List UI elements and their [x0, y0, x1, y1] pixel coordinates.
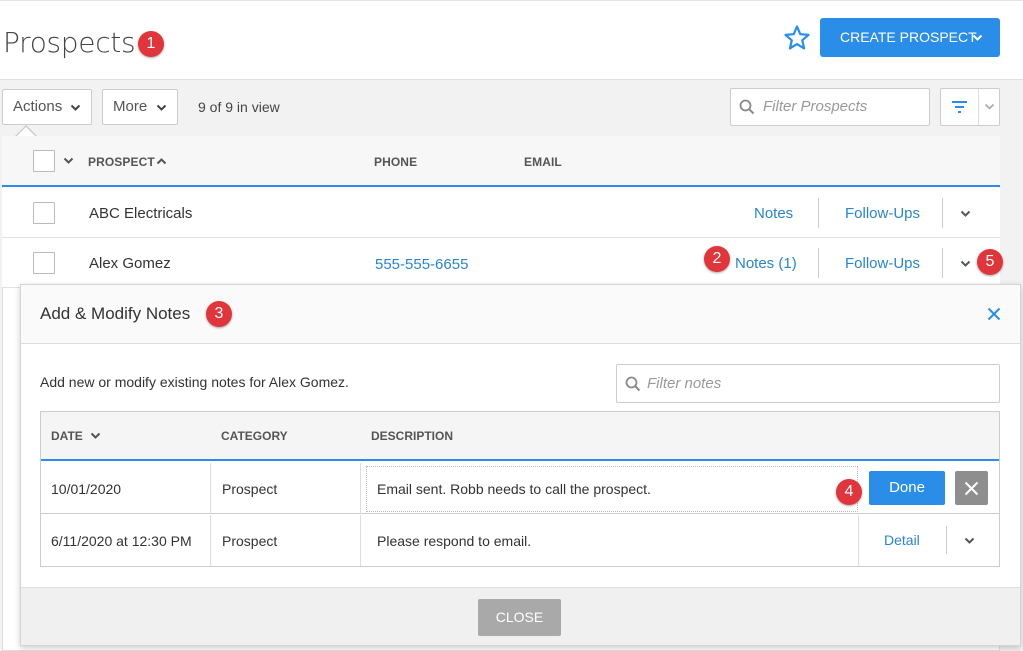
- page-title: Prospects: [3, 26, 136, 59]
- prospect-name[interactable]: Alex Gomez: [89, 255, 171, 272]
- divider: [978, 89, 979, 125]
- divider: [942, 248, 943, 278]
- cancel-edit-button[interactable]: [955, 471, 988, 505]
- done-button[interactable]: Done: [869, 471, 945, 505]
- annotation-badge-5: 5: [977, 249, 1003, 275]
- star-icon[interactable]: [783, 24, 811, 52]
- filter-notes-placeholder: Filter notes: [647, 375, 722, 392]
- create-prospect-label: CREATE PROSPECT: [840, 29, 977, 45]
- filter-prospects-input[interactable]: Filter Prospects: [730, 88, 930, 126]
- column-divider: [858, 515, 859, 566]
- prospect-name[interactable]: ABC Electricals: [89, 205, 192, 222]
- select-all-checkbox[interactable]: [33, 150, 55, 172]
- filter-icon: [952, 101, 967, 113]
- search-icon: [739, 99, 755, 115]
- close-icon[interactable]: [986, 306, 1002, 322]
- column-header-description[interactable]: DESCRIPTION: [371, 429, 453, 443]
- filter-prospects-placeholder: Filter Prospects: [763, 98, 868, 115]
- divider: [946, 526, 947, 554]
- filter-options-button[interactable]: [940, 88, 1000, 126]
- follow-ups-link[interactable]: Follow-Ups: [845, 255, 920, 272]
- modal-description: Add new or modify existing notes for Ale…: [40, 374, 349, 390]
- note-date: 10/01/2020: [51, 481, 122, 497]
- filter-notes-input[interactable]: Filter notes: [616, 364, 1000, 403]
- notes-link[interactable]: Notes (1): [735, 255, 797, 272]
- close-button[interactable]: CLOSE: [478, 599, 561, 636]
- chevron-down-icon: [156, 104, 167, 111]
- column-header-phone[interactable]: PHONE: [374, 155, 417, 169]
- column-header-email[interactable]: EMAIL: [524, 155, 562, 169]
- note-description: Please respond to email.: [377, 533, 532, 549]
- notes-link[interactable]: Notes: [754, 205, 793, 222]
- sort-ascending-icon: [156, 158, 167, 165]
- in-view-count: 9 of 9 in view: [198, 99, 280, 115]
- phone-link[interactable]: 555-555-6655: [375, 256, 468, 273]
- annotation-badge-2: 2: [704, 246, 730, 272]
- search-icon: [625, 376, 641, 392]
- modal-title: Add & Modify Notes: [40, 304, 191, 323]
- notes-table-header: [41, 412, 999, 461]
- note-category[interactable]: Prospect: [222, 481, 277, 497]
- row-checkbox[interactable]: [33, 202, 55, 224]
- chevron-down-icon: [70, 104, 81, 111]
- more-dropdown[interactable]: More: [102, 89, 178, 125]
- column-divider: [210, 515, 211, 566]
- create-prospect-button[interactable]: CREATE PROSPECT: [820, 18, 1000, 57]
- follow-ups-link[interactable]: Follow-Ups: [845, 205, 920, 222]
- actions-label: Actions: [13, 98, 63, 115]
- chevron-down-icon: [972, 34, 983, 41]
- chevron-down-icon[interactable]: [960, 210, 971, 218]
- sort-descending-icon: [90, 432, 101, 439]
- divider: [942, 198, 943, 228]
- column-divider: [360, 515, 361, 566]
- column-header-date[interactable]: DATE: [51, 429, 83, 443]
- column-header-category[interactable]: CATEGORY: [221, 429, 288, 443]
- annotation-badge-1: 1: [138, 31, 164, 57]
- note-category: Prospect: [222, 533, 278, 549]
- note-date: 6/11/2020 at 12:30 PM: [51, 533, 192, 549]
- more-label: More: [113, 98, 148, 115]
- annotation-badge-3: 3: [206, 301, 232, 327]
- annotation-badge-4: 4: [836, 479, 862, 505]
- chevron-down-icon[interactable]: [63, 157, 74, 165]
- detail-link[interactable]: Detail: [884, 532, 920, 548]
- column-header-prospect[interactable]: PROSPECT: [88, 155, 155, 169]
- divider: [818, 248, 819, 278]
- close-icon: [964, 481, 979, 496]
- divider: [818, 198, 819, 228]
- chevron-down-icon[interactable]: [960, 260, 971, 268]
- note-description[interactable]: Email sent. Robb needs to call the prosp…: [377, 481, 651, 497]
- chevron-down-icon[interactable]: [984, 103, 995, 111]
- actions-dropdown[interactable]: Actions: [2, 89, 92, 125]
- row-checkbox[interactable]: [33, 252, 55, 274]
- chevron-down-icon[interactable]: [964, 537, 975, 545]
